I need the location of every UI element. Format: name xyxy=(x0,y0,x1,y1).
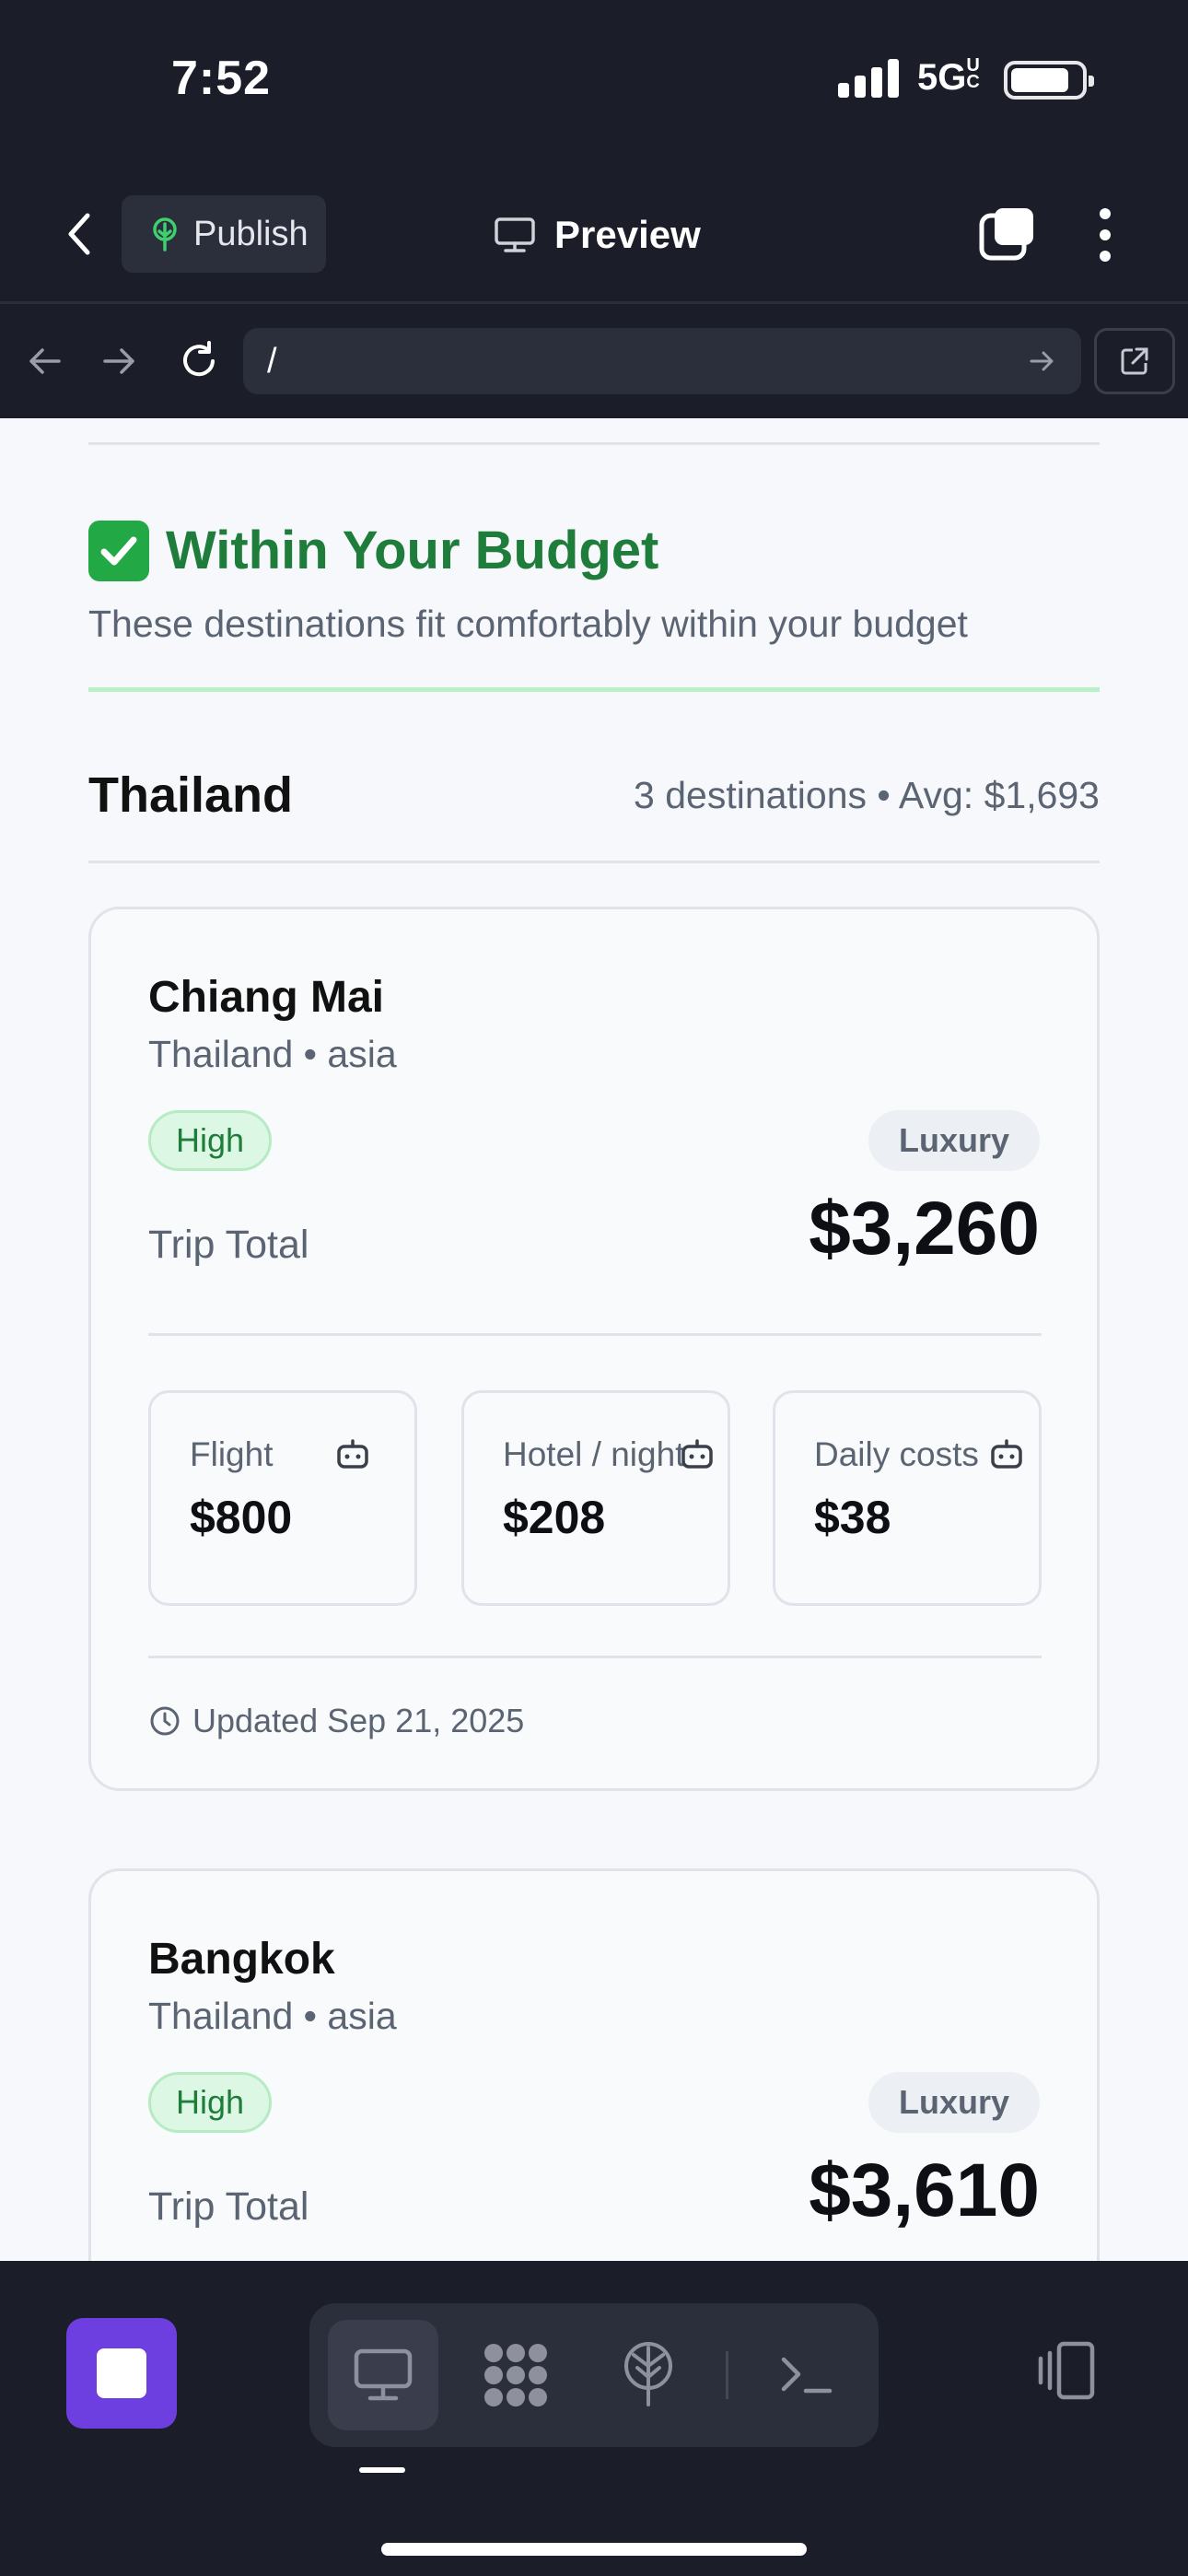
status-bar: 7:52 5GUC xyxy=(0,0,1188,166)
reload-icon xyxy=(183,341,215,377)
open-external-button[interactable] xyxy=(1094,328,1175,394)
monitor-icon xyxy=(354,2348,413,2401)
trip-total-value: $3,610 xyxy=(809,2149,1040,2232)
url-input[interactable]: / xyxy=(243,328,1081,394)
daily-cost-box: Daily costs $38 xyxy=(773,1390,1042,1606)
destination-card[interactable]: Chiang Mai Thailand • asia High Luxury T… xyxy=(88,907,1100,1791)
app-top-bar: Publish Preview xyxy=(0,166,1188,304)
active-tool-indicator xyxy=(359,2467,405,2473)
monitor-icon xyxy=(495,217,535,252)
updated-date: Updated Sep 21, 2025 xyxy=(192,1702,525,1739)
terminal-tool-button[interactable] xyxy=(751,2320,862,2430)
cost-label: Hotel / night xyxy=(503,1435,685,1473)
url-bar: / xyxy=(0,304,1188,418)
cost-value: $800 xyxy=(190,1492,293,1543)
trip-total-label: Trip Total xyxy=(148,1223,309,1267)
city-name: Bangkok xyxy=(148,1935,335,1984)
trip-total-label: Trip Total xyxy=(148,2184,309,2229)
robot-icon xyxy=(991,1439,1022,1469)
clock-icon xyxy=(150,1706,180,1736)
section-divider xyxy=(88,687,1100,692)
destination-card[interactable]: Bangkok Thailand • asia High Luxury Trip… xyxy=(88,1868,1100,2261)
robot-icon xyxy=(337,1439,368,1469)
flight-cost-box: Flight $800 xyxy=(148,1390,417,1606)
tree-icon xyxy=(153,217,177,252)
battery-icon xyxy=(1004,61,1094,100)
stop-button[interactable] xyxy=(66,2318,177,2429)
section-subtitle: These destinations fit comfortably withi… xyxy=(88,603,968,645)
check-mark-icon xyxy=(88,520,149,581)
publish-label: Publish xyxy=(193,214,309,253)
tabs-button[interactable] xyxy=(976,203,1041,267)
terminal-icon xyxy=(781,2357,833,2394)
section-heading: Within Your Budget xyxy=(88,520,658,581)
device-toggle-button[interactable] xyxy=(1031,2335,1105,2408)
preview-title: Preview xyxy=(494,203,701,267)
publish-button[interactable]: Publish xyxy=(122,195,326,273)
divider xyxy=(726,2351,728,2399)
tool-switcher xyxy=(309,2303,879,2447)
dots-grid-icon xyxy=(484,2344,547,2406)
chevron-left-icon xyxy=(68,213,90,255)
robot-icon xyxy=(681,1439,713,1469)
card-divider xyxy=(148,1656,1042,1658)
country-summary: 3 destinations • Avg: $1,693 xyxy=(634,774,1100,816)
trip-total-value: $3,260 xyxy=(809,1187,1040,1270)
cost-value: $208 xyxy=(503,1492,606,1543)
city-region: Thailand • asia xyxy=(148,1033,397,1075)
hotel-cost-box: Hotel / night $208 xyxy=(461,1390,730,1606)
section-title: Within Your Budget xyxy=(166,521,659,580)
reload-button[interactable] xyxy=(171,334,227,389)
arrow-right-icon xyxy=(103,348,134,374)
apps-tool-button[interactable] xyxy=(460,2320,571,2430)
stop-icon xyxy=(97,2348,146,2398)
tabs-icon xyxy=(979,208,1033,261)
preview-tool-button[interactable] xyxy=(328,2320,438,2430)
divider xyxy=(88,861,1100,863)
card-divider xyxy=(148,1333,1042,1336)
url-text: / xyxy=(267,341,277,381)
preview-content: Within Your Budget These destinations fi… xyxy=(0,418,1188,2261)
go-arrow-icon[interactable] xyxy=(1024,343,1061,380)
deploy-tool-button[interactable] xyxy=(593,2320,704,2430)
country-name: Thailand xyxy=(88,767,294,823)
network-label: 5GUC xyxy=(917,55,980,98)
divider xyxy=(88,442,1100,445)
external-link-icon xyxy=(1121,347,1148,375)
tier-badge: Luxury xyxy=(868,2072,1040,2133)
cost-value: $38 xyxy=(814,1492,891,1543)
tier-badge: Luxury xyxy=(868,1110,1040,1171)
city-region: Thailand • asia xyxy=(148,1995,397,2037)
city-name: Chiang Mai xyxy=(148,973,385,1022)
antenna-icon xyxy=(624,2342,672,2406)
cost-label: Daily costs xyxy=(814,1435,979,1473)
signal-icon xyxy=(838,59,899,98)
bottom-toolbar xyxy=(0,2261,1188,2576)
home-indicator xyxy=(381,2543,807,2556)
more-options-button[interactable] xyxy=(1087,203,1124,267)
preview-label: Preview xyxy=(554,213,701,256)
arrow-left-icon xyxy=(29,348,61,374)
nav-back-button[interactable] xyxy=(17,334,72,389)
budget-level-badge: High xyxy=(148,2072,272,2133)
device-rotate-icon xyxy=(1038,2341,1095,2400)
nav-forward-button[interactable] xyxy=(92,334,147,389)
back-button[interactable] xyxy=(52,205,107,263)
updated-line: Updated Sep 21, 2025 xyxy=(148,1702,524,1740)
status-time: 7:52 xyxy=(171,52,272,105)
budget-level-badge: High xyxy=(148,1110,272,1171)
cost-label: Flight xyxy=(190,1435,274,1473)
